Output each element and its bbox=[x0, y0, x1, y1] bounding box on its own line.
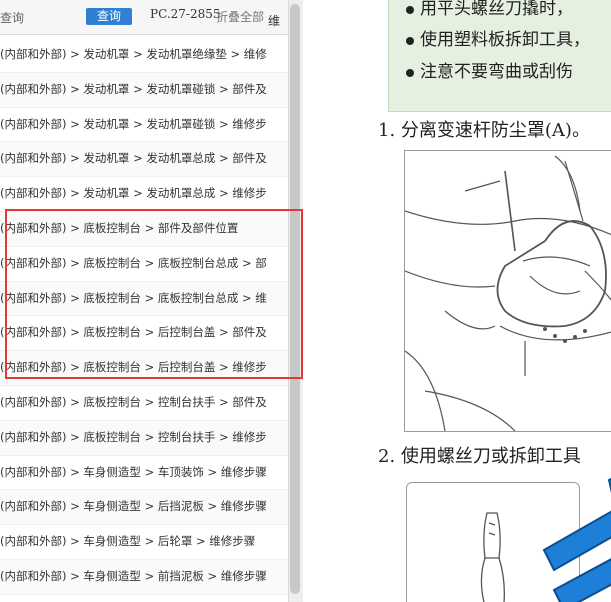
bullet-icon bbox=[406, 5, 414, 14]
tree-row[interactable]: (内部和外部) > 发动机罩 > 发动机罩碰锁 > 维修步 bbox=[0, 108, 288, 143]
search-input[interactable]: 查询 bbox=[0, 9, 24, 26]
scrollbar-thumb[interactable] bbox=[290, 4, 300, 594]
tree-row[interactable]: (内部和外部) > 车身侧造型 > 前轮罩 > 维修步骤 bbox=[0, 595, 288, 602]
tree-row[interactable]: (内部和外部) > 底板控制台 > 底板控制台总成 > 部 bbox=[0, 247, 288, 282]
tree-row[interactable]: (内部和外部) > 发动机罩 > 发动机罩碰锁 > 部件及 bbox=[0, 72, 288, 108]
tree-row[interactable]: (内部和外部) > 发动机罩 > 发动机罩总成 > 部件及 bbox=[0, 142, 288, 178]
tree-row[interactable]: (内部和外部) > 底板控制台 > 控制台扶手 > 维修步 bbox=[0, 420, 288, 456]
tree-row[interactable]: (内部和外部) > 底板控制台 > 后控制台盖 > 部件及 bbox=[0, 316, 288, 352]
tree-row[interactable]: (内部和外部) > 底板控制台 > 控制台扶手 > 部件及 bbox=[0, 386, 288, 421]
search-toolbar: 查询 查询 PC.27-2855 折叠全部 维 bbox=[0, 0, 288, 35]
watermark-logo bbox=[542, 477, 611, 602]
tree-panel: 查询 查询 PC.27-2855 折叠全部 维 (内部和外部) > 发动机罩 >… bbox=[0, 0, 288, 602]
toolbar-fragment: 维 bbox=[268, 14, 281, 28]
pc-code-label: PC.27-2855 bbox=[150, 7, 221, 21]
collapse-all-button[interactable]: 折叠全部 bbox=[216, 8, 264, 25]
step-2-text: 2. 使用螺丝刀或拆卸工具 bbox=[378, 446, 581, 467]
tree-row[interactable]: (内部和外部) > 发动机罩 > 发动机罩绝缘垫 > 维修 bbox=[0, 38, 288, 73]
tree-list: (内部和外部) > 发动机罩 > 发动机罩绝缘垫 > 维修 (内部和外部) > 发… bbox=[0, 38, 288, 602]
note-bullet: 注意不要弯曲或刮伤 bbox=[406, 57, 573, 82]
search-button[interactable]: 查询 bbox=[86, 8, 132, 25]
step-1-text: 1. 分离变速杆防尘罩(A)。 bbox=[378, 120, 590, 141]
note-bullet: 用平头螺丝刀撬时， bbox=[406, 0, 573, 19]
tree-row[interactable]: (内部和外部) > 车身侧造型 > 后轮罩 > 维修步骤 bbox=[0, 525, 288, 560]
document-panel: 用平头螺丝刀撬时， 使用塑料板拆卸工具， 注意不要弯曲或刮伤 1. 分离变速杆防… bbox=[304, 0, 611, 602]
tree-row[interactable]: (内部和外部) > 底板控制台 > 后控制台盖 > 维修步 bbox=[0, 351, 288, 386]
bullet-icon bbox=[406, 36, 414, 45]
tree-row[interactable]: (内部和外部) > 车身侧造型 > 前挡泥板 > 维修步骤 bbox=[0, 559, 288, 595]
tree-row[interactable]: (内部和外部) > 车身侧造型 > 后挡泥板 > 维修步骤 bbox=[0, 490, 288, 526]
bullet-icon bbox=[406, 68, 414, 77]
note-bullet: 使用塑料板拆卸工具， bbox=[406, 25, 590, 50]
tree-row[interactable]: (内部和外部) > 发动机罩 > 发动机罩总成 > 维修步 bbox=[0, 177, 288, 212]
tree-row[interactable]: (内部和外部) > 车身侧造型 > 车顶装饰 > 维修步骤 bbox=[0, 456, 288, 491]
shift-boot-illustration bbox=[404, 150, 611, 432]
tree-row[interactable]: (内部和外部) > 底板控制台 > 部件及部件位置 bbox=[0, 211, 288, 247]
tree-row[interactable]: (内部和外部) > 底板控制台 > 底板控制台总成 > 维 bbox=[0, 281, 288, 317]
